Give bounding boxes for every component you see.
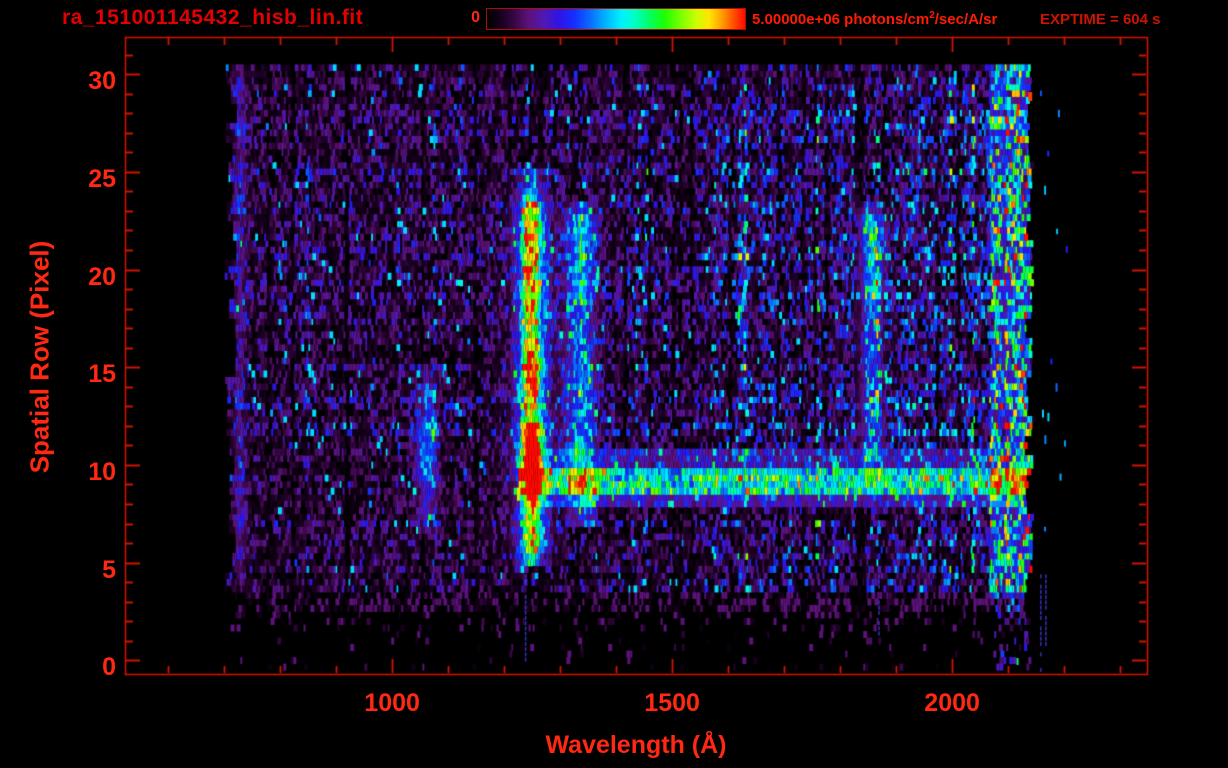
y-tick-label: 20 [88,262,116,291]
y-tick-label: 10 [88,457,116,486]
x-tick-label: 2000 [924,689,980,717]
x-tick-label: 1500 [644,689,700,717]
x-tick-label: 1000 [364,689,420,717]
x-axis-label: Wavelength (Å) [545,731,727,759]
y-tick-label: 30 [88,67,116,96]
y-tick-label: 15 [88,360,116,389]
y-tick-label: 0 [102,653,116,682]
y-tick-label: 25 [88,164,116,193]
y-axis-label: Spatial Row (Pixel) [24,240,55,474]
spectral-image-canvas [0,0,1228,768]
y-tick-label: 5 [102,555,116,584]
spectral-display-window: { "header": { "filename": "ra_1510011454… [0,0,1228,768]
